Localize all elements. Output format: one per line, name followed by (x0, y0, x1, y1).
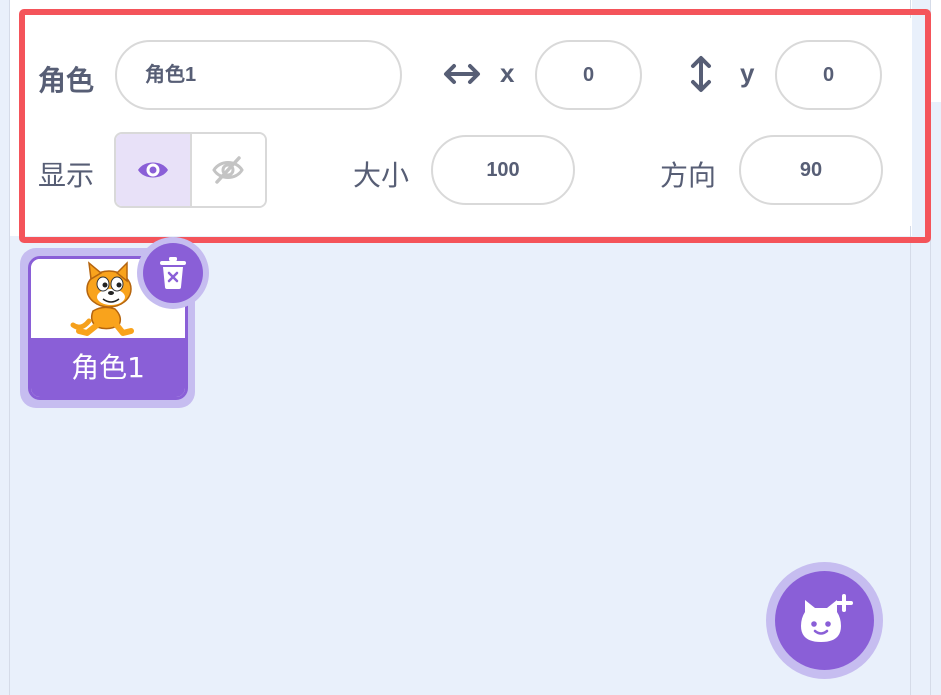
vertical-arrows-icon (688, 54, 714, 94)
eye-slash-icon (211, 155, 245, 185)
sprite-tile-name: 角色1 (31, 338, 185, 397)
show-sprite-button[interactable] (116, 134, 192, 206)
y-position-input[interactable]: 0 (775, 40, 882, 110)
trash-icon (158, 256, 188, 290)
cat-plus-icon (797, 593, 853, 648)
pane-left-border (9, 0, 10, 695)
eye-icon (136, 158, 170, 182)
visibility-toggle (114, 132, 267, 208)
direction-input[interactable]: 90 (739, 135, 883, 205)
add-sprite-button[interactable] (775, 571, 874, 670)
horizontal-arrows-icon (442, 61, 482, 87)
x-position-input[interactable]: 0 (535, 40, 642, 110)
sprite-pane: 角色 角色1 x 0 y 0 显示 大小 100 方向 90 角色1 (0, 0, 941, 695)
size-input[interactable]: 100 (431, 135, 575, 205)
direction-label: 方向 (660, 159, 717, 192)
adjacent-panel-header (931, 0, 941, 102)
delete-sprite-button[interactable] (143, 243, 203, 303)
y-label: y (740, 58, 755, 88)
show-label: 显示 (38, 159, 95, 192)
sprite-name-input[interactable]: 角色1 (115, 40, 402, 110)
adjacent-stage-panel (930, 0, 941, 695)
hide-sprite-button[interactable] (191, 134, 265, 206)
sprite-name-label: 角色 (38, 64, 95, 97)
size-label: 大小 (353, 159, 410, 192)
x-label: x (500, 58, 515, 88)
